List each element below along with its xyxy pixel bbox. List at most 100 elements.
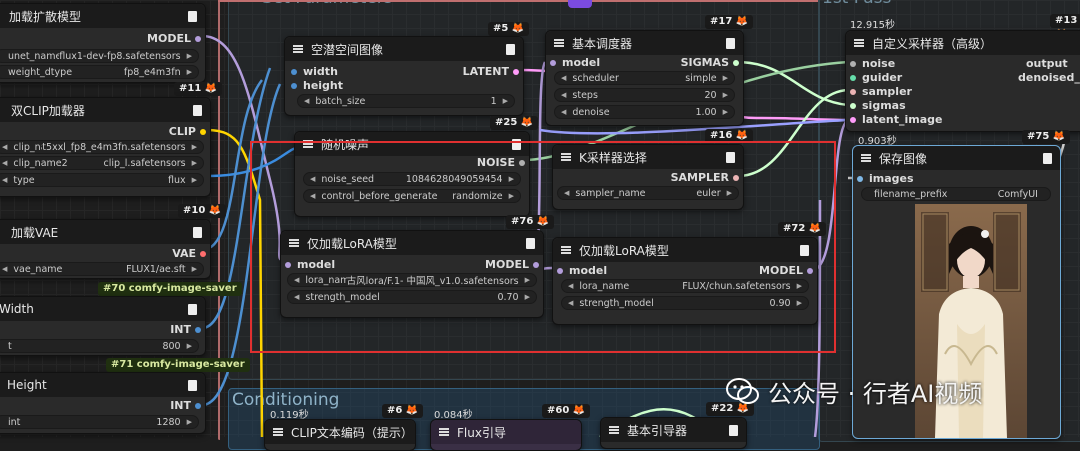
node-header[interactable]: 加载扩散模型	[0, 4, 205, 28]
fox-icon: 🦊	[1052, 131, 1066, 142]
node-title: 基本引导器	[627, 423, 688, 438]
widget-weight-dtype[interactable]: weight_dtype fp8_e4m3fn ▶	[0, 65, 199, 79]
top-marker	[568, 0, 592, 8]
node-header[interactable]: 空潜空间图像	[285, 37, 523, 61]
output-int[interactable]: INT	[170, 399, 201, 413]
node-basic-scheduler[interactable]: 基本调度器 model SIGMAS ◀ scheduler simple ▶ ◀ s…	[545, 30, 744, 126]
doc-icon[interactable]	[188, 303, 197, 315]
node-dual-clip-loader[interactable]: 双CLIP加载器 CLIP ◀clip_name1 t5xxl_fp8_e4m3…	[0, 97, 211, 197]
input-guider[interactable]: guider	[850, 71, 902, 85]
highlight-box	[250, 141, 836, 353]
node-header[interactable]: 加载VAE	[0, 220, 210, 244]
input-width[interactable]: width	[291, 65, 338, 79]
arrow-right-icon[interactable]: ▶	[192, 176, 197, 184]
node-badge: #11 🦊	[174, 82, 223, 96]
menu-icon[interactable]	[439, 428, 449, 436]
arrow-right-icon[interactable]: ▶	[503, 97, 508, 105]
input-latent-image[interactable]: latent_image	[850, 113, 943, 127]
node-title: 加载VAE	[11, 225, 59, 240]
node-header[interactable]: CLIP文本编码（提示）	[265, 420, 415, 444]
doc-icon[interactable]	[729, 424, 738, 436]
node-header[interactable]: 自定义采样器（高级）	[846, 31, 1080, 55]
widget-scheduler[interactable]: ◀ scheduler simple ▶	[554, 71, 735, 85]
doc-icon[interactable]	[193, 104, 202, 116]
menu-icon[interactable]	[854, 39, 864, 47]
menu-icon[interactable]	[293, 45, 303, 53]
node-custom-sampler-advanced[interactable]: 自定义采样器（高级） noise output guider denoised_…	[845, 30, 1080, 132]
node-load-diffusion-model[interactable]: 加载扩散模型 MODEL unet_name flux1-dev-fp8.saf…	[0, 3, 206, 83]
node-header[interactable]: 保存图像	[853, 146, 1060, 170]
node-badge: #10 🦊	[178, 204, 227, 218]
menu-icon[interactable]	[861, 154, 871, 162]
node-width[interactable]: Width INT t 800 ▶	[0, 296, 206, 356]
widget-clip-name1[interactable]: ◀clip_name1 t5xxl_fp8_e4m3fn.safetensors…	[0, 140, 204, 154]
node-title: 加载扩散模型	[9, 9, 82, 24]
doc-icon[interactable]	[193, 226, 202, 238]
output-latent[interactable]: LATENT	[463, 65, 519, 79]
widget-vae-name[interactable]: ◀ vae_name FLUX1/ae.sft ▶	[0, 262, 204, 276]
arrow-right-icon[interactable]: ▶	[187, 418, 192, 426]
menu-icon[interactable]	[609, 426, 619, 434]
input-model[interactable]: model	[550, 56, 600, 70]
watermark-text: 公众号 · 行者AI视频	[768, 380, 983, 408]
arrow-right-icon[interactable]: ▶	[192, 143, 197, 151]
arrow-right-icon[interactable]: ▶	[723, 74, 728, 82]
input-images[interactable]: images	[857, 172, 914, 186]
doc-icon[interactable]	[726, 37, 735, 49]
widget-clip-name2[interactable]: ◀ clip_name2 clip_l.safetensors ▶	[0, 156, 204, 170]
top-edge-line	[218, 0, 818, 2]
wechat-icon	[726, 377, 759, 404]
output-int[interactable]: INT	[170, 323, 201, 337]
fox-icon: 🦊	[520, 117, 534, 128]
input-sigmas[interactable]: sigmas	[850, 99, 906, 113]
input-height[interactable]: height	[291, 79, 343, 93]
node-header[interactable]: Flux引导	[431, 420, 581, 444]
menu-icon[interactable]	[554, 39, 564, 47]
widget-unet-name[interactable]: unet_name flux1-dev-fp8.safetensors ▶	[0, 49, 199, 63]
arrow-right-icon[interactable]: ▶	[187, 52, 192, 60]
menu-icon[interactable]	[273, 428, 283, 436]
fox-icon: 🦊	[208, 205, 222, 216]
fox-icon: 🦊	[735, 16, 749, 27]
output-denoised-output[interactable]: denoised_output	[1018, 71, 1080, 85]
node-clip-text-encode[interactable]: CLIP文本编码（提示）	[264, 419, 416, 451]
output-output[interactable]: output	[1026, 57, 1068, 71]
output-clip[interactable]: CLIP	[169, 125, 206, 139]
fox-icon: 🦊	[204, 83, 218, 94]
node-badge: #25 🦊	[490, 116, 539, 130]
widget-width-value[interactable]: t 800 ▶	[0, 339, 199, 353]
widget-batch-size[interactable]: ◀ batch_size 1 ▶	[297, 94, 515, 108]
arrow-right-icon[interactable]: ▶	[192, 265, 197, 273]
node-flux-guidance[interactable]: Flux引导	[430, 419, 582, 451]
output-sigmas[interactable]: SIGMAS	[681, 56, 739, 70]
doc-icon[interactable]	[188, 379, 197, 391]
widget-filename-prefix[interactable]: filename_prefix ComfyUI	[861, 187, 1051, 201]
node-basic-guider[interactable]: 基本引导器	[600, 417, 747, 449]
arrow-right-icon[interactable]: ▶	[192, 159, 197, 167]
node-header[interactable]: Width	[0, 297, 205, 321]
arrow-right-icon[interactable]: ▶	[723, 91, 728, 99]
arrow-right-icon[interactable]: ▶	[723, 108, 728, 116]
node-header[interactable]: Height	[0, 373, 205, 397]
widget-steps[interactable]: ◀ steps 20 ▶	[554, 88, 735, 102]
widget-denoise[interactable]: ◀ denoise 1.00 ▶	[554, 105, 735, 119]
arrow-right-icon[interactable]: ▶	[187, 342, 192, 350]
output-vae[interactable]: VAE	[172, 247, 206, 261]
input-sampler[interactable]: sampler	[850, 85, 912, 99]
node-empty-latent-image[interactable]: 空潜空间图像 width LATENT height ◀ batch_size 1…	[284, 36, 524, 116]
node-badge: #6 🦊	[382, 404, 424, 418]
node-header[interactable]: 基本调度器	[546, 31, 743, 55]
node-badge: #5 🦊	[488, 22, 530, 36]
output-model[interactable]: MODEL	[147, 32, 201, 46]
arrow-right-icon[interactable]: ▶	[187, 68, 192, 76]
doc-icon[interactable]	[506, 43, 515, 55]
input-noise[interactable]: noise	[850, 57, 895, 71]
widget-height-value[interactable]: int 1280 ▶	[0, 415, 199, 429]
doc-icon[interactable]	[1043, 152, 1052, 164]
widget-type[interactable]: ◀ type flux ▶	[0, 173, 204, 187]
node-header[interactable]: 基本引导器	[601, 418, 746, 442]
doc-icon[interactable]	[188, 10, 197, 22]
node-header[interactable]: 双CLIP加载器	[0, 98, 210, 122]
node-height[interactable]: Height INT int 1280 ▶	[0, 372, 206, 434]
node-load-vae[interactable]: 加载VAE VAE ◀ vae_name FLUX1/ae.sft ▶	[0, 219, 211, 279]
